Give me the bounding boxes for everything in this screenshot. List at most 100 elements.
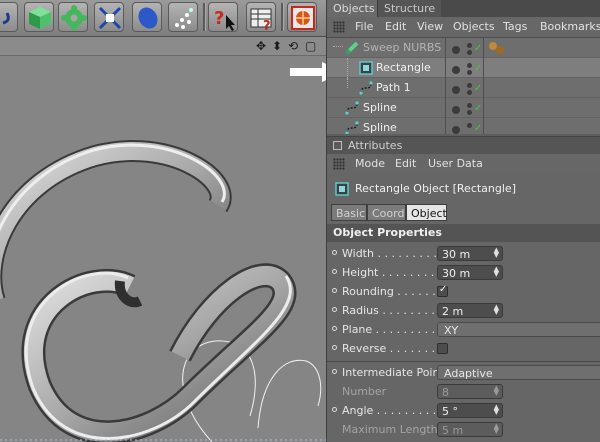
particles-button[interactable] (168, 2, 198, 32)
prop-reverse: Reverse . . . . . . . . (327, 339, 600, 358)
visibility-dot-icon[interactable] (467, 110, 472, 115)
layer-dot[interactable] (452, 66, 460, 74)
spline-path-icon (345, 101, 359, 115)
enabled-check-icon[interactable]: ✓ (474, 64, 482, 74)
render-table-icon: ? (250, 8, 272, 33)
rectangle-spline-icon (359, 61, 373, 75)
tree-row-spline-2[interactable]: Spline (327, 118, 600, 134)
spinner-icon: ▲ ▼ (493, 403, 499, 416)
layer-dot[interactable] (452, 106, 460, 114)
tree-row-rectangle[interactable]: Rectangle (327, 58, 600, 78)
plane-dropdown[interactable]: XY (437, 322, 600, 337)
viewport-header: ✥ ⬍ ⟲ ▢ (0, 37, 326, 56)
visibility-dot-icon[interactable] (467, 43, 472, 48)
enabled-check-icon[interactable]: ✓ (474, 44, 482, 54)
width-field[interactable]: 30 m ▲ ▼ (437, 246, 503, 261)
visibility-dot-icon[interactable] (467, 83, 472, 88)
cube-button[interactable] (24, 2, 54, 32)
undo-button[interactable] (0, 2, 18, 32)
objects-menubar: File Edit View Objects Tags Bookmarks (327, 17, 600, 38)
visibility-dot-icon[interactable] (467, 90, 472, 95)
checkmark-icon: ✓ (439, 284, 448, 295)
particles-icon (175, 8, 193, 29)
menu-file[interactable]: File (355, 17, 373, 37)
menu-tags[interactable]: Tags (503, 17, 527, 37)
enabled-check-icon[interactable]: ✓ (474, 84, 482, 94)
3d-viewport[interactable]: ✥ ⬍ ⟲ ▢ (0, 37, 326, 442)
menu-edit-attr[interactable]: Edit (395, 154, 416, 174)
rounding-checkbox[interactable]: ✓ (437, 284, 448, 297)
menu-edit[interactable]: Edit (385, 17, 406, 37)
prop-number: Number 8 ▲ ▼ (327, 382, 600, 401)
undo-icon (2, 12, 10, 25)
keyframe-bullet-icon[interactable] (332, 250, 337, 255)
menu-bookmarks[interactable]: Bookmarks (540, 17, 600, 37)
svg-text:?: ? (263, 19, 271, 33)
keyframe-bullet-icon[interactable] (332, 269, 337, 274)
visibility-dot-icon[interactable] (467, 123, 472, 128)
attributes-menubar: Mode Edit User Data (327, 154, 600, 175)
scale-button[interactable] (94, 2, 124, 32)
rotate-view-icon[interactable]: ⟲ (288, 38, 298, 54)
main-toolbar: ? ? (0, 0, 326, 37)
prop-width: Width . . . . . . . . . 30 m ▲ ▼ (327, 244, 600, 263)
visibility-dot-icon[interactable] (467, 103, 472, 108)
move-view-icon[interactable]: ✥ (256, 38, 266, 54)
gear-button[interactable] (58, 2, 88, 32)
maximize-view-icon[interactable]: ▢ (305, 38, 316, 54)
prop-radius: Radius . . . . . . . . . 2 m ▲ ▼ (327, 301, 600, 320)
help-button[interactable]: ? (208, 2, 238, 32)
zoom-view-icon[interactable]: ⬍ (272, 38, 282, 54)
render-view-button[interactable] (287, 2, 317, 32)
tab-structure[interactable]: Structure (377, 0, 442, 17)
keyframe-bullet-icon[interactable] (332, 326, 337, 331)
menu-user-data[interactable]: User Data (428, 154, 483, 174)
panel-toggle-icon[interactable] (333, 141, 342, 150)
height-field[interactable]: 30 m ▲ ▼ (437, 265, 503, 280)
intermediate-points-dropdown[interactable]: Adaptive (437, 365, 600, 380)
radius-field[interactable]: 2 m ▲ ▼ (437, 303, 503, 318)
enabled-check-icon[interactable]: ✓ (474, 124, 482, 134)
enabled-check-icon[interactable]: ✓ (474, 104, 482, 114)
keyframe-bullet-icon[interactable] (332, 307, 337, 312)
material-tag-icon[interactable] (487, 40, 507, 56)
tree-row-sweep[interactable]: Sweep NURBS (327, 38, 600, 58)
cube-icon (29, 7, 51, 29)
tab-basic[interactable]: Basic (331, 204, 367, 221)
visibility-dot-icon[interactable] (467, 63, 472, 68)
layer-dot[interactable] (452, 46, 460, 54)
tree-label: Spline (363, 101, 397, 114)
layer-dot[interactable] (452, 86, 460, 94)
layer-dot[interactable] (452, 126, 460, 134)
visibility-dot-icon[interactable] (467, 50, 472, 55)
object-title: Rectangle Object [Rectangle] (355, 182, 516, 195)
attributes-title: Attributes (348, 139, 403, 152)
object-tree[interactable]: Sweep NURBS Rectangle Path 1 Spline Spli… (327, 38, 600, 134)
rectangle-spline-icon (335, 182, 349, 196)
menu-view[interactable]: View (417, 17, 443, 37)
render-settings-button[interactable]: ? (246, 2, 276, 33)
menu-objects[interactable]: Objects (453, 17, 495, 37)
tree-row-spline[interactable]: Spline (327, 98, 600, 118)
keyframe-bullet-icon[interactable] (332, 407, 337, 412)
attributes-header: Attributes (327, 136, 600, 154)
keyframe-bullet-icon[interactable] (332, 288, 337, 293)
tree-label: Path 1 (376, 81, 411, 94)
reverse-checkbox[interactable] (437, 343, 448, 354)
right-panel: Objects Structure File Edit View Objects… (326, 0, 600, 442)
prop-height: Height . . . . . . . . . 30 m ▲ ▼ (327, 263, 600, 282)
deformer-button[interactable] (132, 2, 162, 32)
spline-path-icon (359, 81, 373, 95)
spinner-icon: ▲ ▼ (493, 422, 499, 435)
keyframe-bullet-icon[interactable] (332, 345, 337, 350)
tab-coord[interactable]: Coord (367, 204, 406, 221)
prop-intermediate-points: Intermediate Points Adaptive (327, 363, 600, 382)
angle-field[interactable]: 5 ° ▲ ▼ (437, 403, 503, 418)
tab-objects[interactable]: Objects (327, 0, 381, 17)
tab-object[interactable]: Object (406, 204, 447, 221)
keyframe-bullet-icon[interactable] (332, 369, 337, 374)
tree-row-path1[interactable]: Path 1 (327, 78, 600, 98)
visibility-dot-icon[interactable] (467, 70, 472, 75)
menu-mode[interactable]: Mode (355, 154, 385, 174)
spinner-icon: ▲ ▼ (493, 303, 499, 316)
